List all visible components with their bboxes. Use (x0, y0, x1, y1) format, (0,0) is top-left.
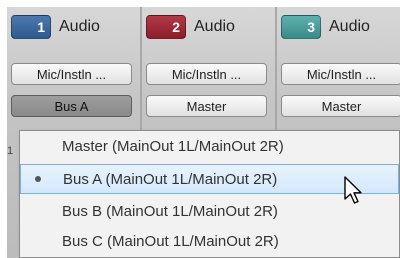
output-bus-button-3[interactable]: Master (281, 95, 400, 117)
track-header-2[interactable]: 2 Audio (142, 7, 275, 49)
output-bus-button-2[interactable]: Master (146, 95, 267, 117)
track-name-3[interactable]: Audio (329, 18, 370, 36)
track-number-chip-1: 1 (11, 15, 51, 39)
menu-item-bus-c[interactable]: Bus C (MainOut 1L/MainOut 2R) (20, 227, 399, 257)
input-select-button-2[interactable]: Mic/Instln ... (146, 63, 267, 85)
track-header-3[interactable]: 3 Audio (277, 7, 400, 49)
track-number-1: 1 (37, 19, 45, 35)
menu-item-label: Master (MainOut 1L/MainOut 2R) (62, 138, 284, 155)
track-header-1[interactable]: 1 Audio (7, 7, 140, 49)
input-select-button-3[interactable]: Mic/Instln ... (281, 63, 400, 85)
row-marker: 1 (7, 145, 14, 157)
track-number-2: 2 (172, 19, 180, 35)
output-bus-button-1[interactable]: Bus A (11, 95, 132, 117)
track-number-chip-3: 3 (281, 15, 321, 39)
selected-radio-icon (35, 176, 41, 182)
menu-item-label: Bus B (MainOut 1L/MainOut 2R) (62, 203, 278, 220)
input-select-button-1[interactable]: Mic/Instln ... (11, 63, 132, 85)
menu-item-label: Bus A (MainOut 1L/MainOut 2R) (63, 171, 278, 188)
track-number-chip-2: 2 (146, 15, 186, 39)
track-name-1[interactable]: Audio (59, 18, 100, 36)
menu-item-master[interactable]: Master (MainOut 1L/MainOut 2R) (20, 132, 399, 162)
mouse-cursor-icon (344, 176, 362, 204)
track-name-2[interactable]: Audio (194, 18, 235, 36)
track-number-3: 3 (307, 19, 315, 35)
menu-item-label: Bus C (MainOut 1L/MainOut 2R) (62, 233, 279, 250)
